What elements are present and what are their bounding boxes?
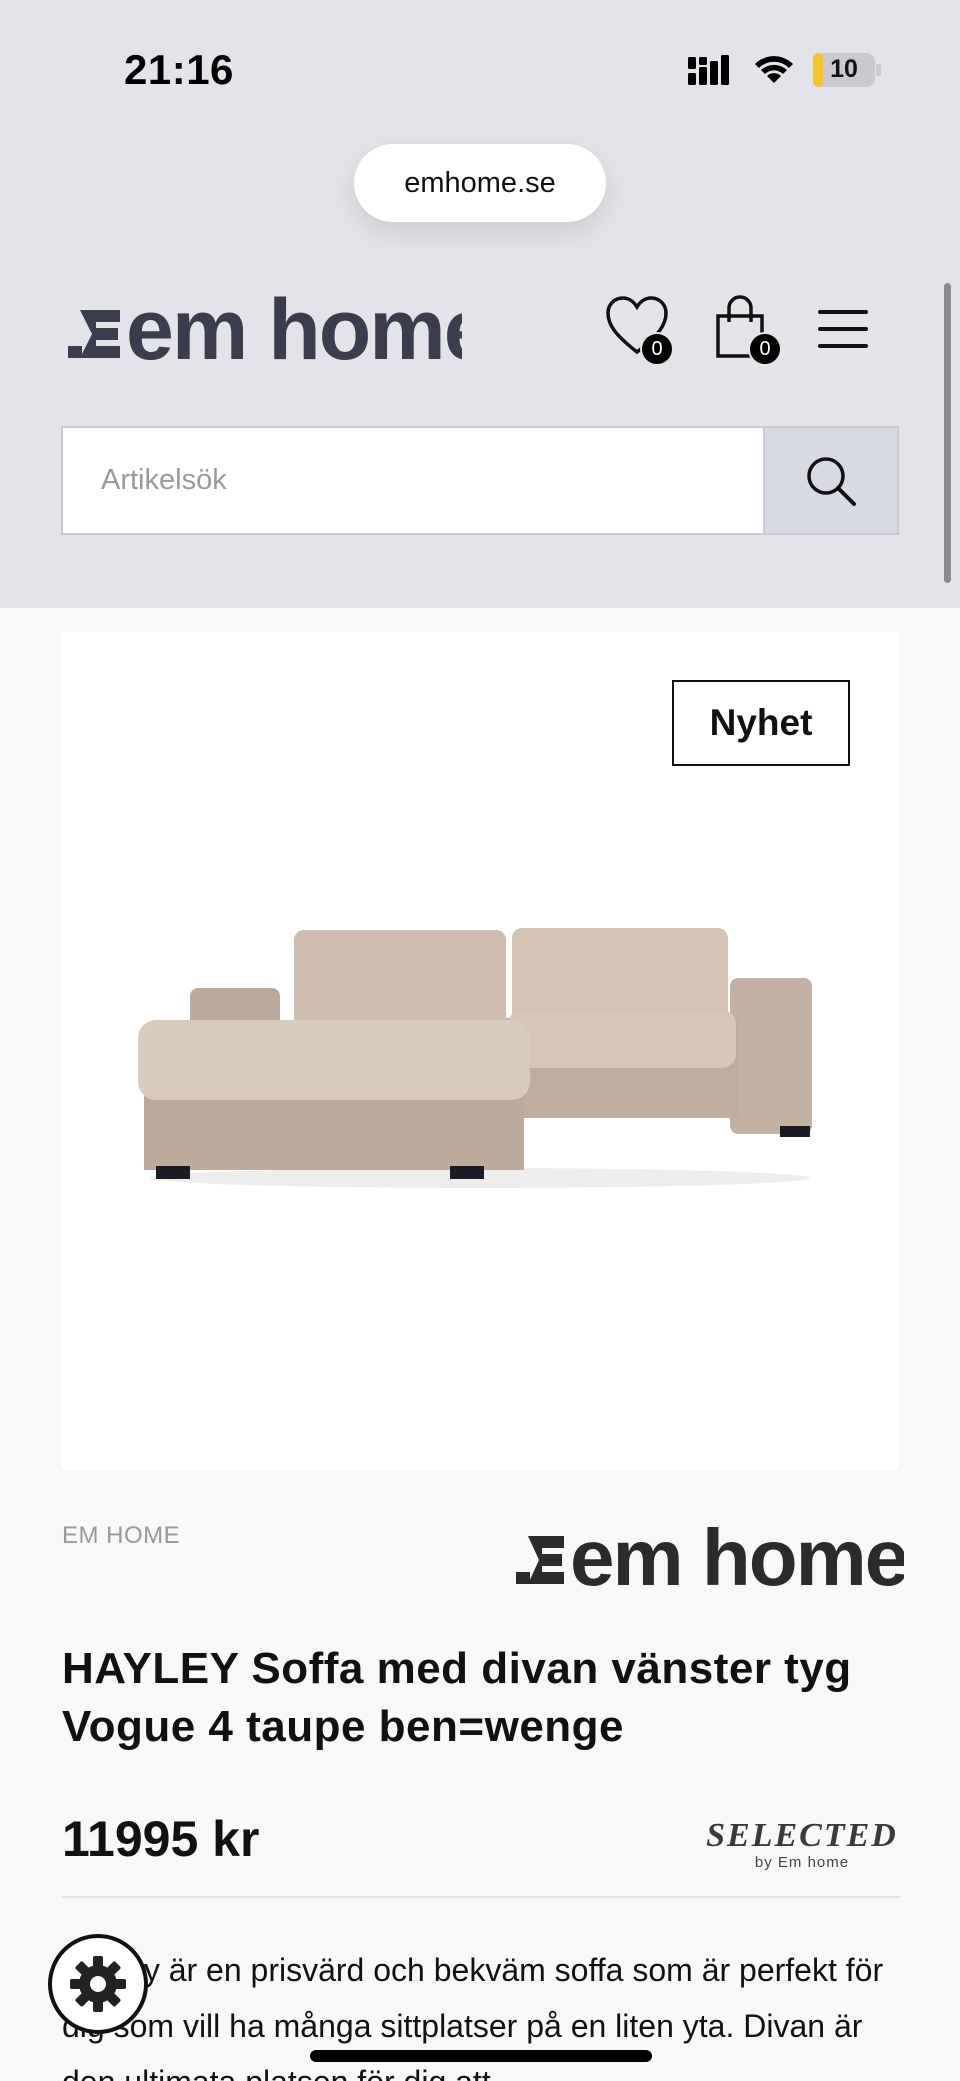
browser-url-bar[interactable]: emhome.se [354,144,606,222]
cookie-settings-button[interactable] [48,1934,148,2034]
status-time: 21:16 [124,46,234,93]
new-badge: Nyhet [672,680,850,766]
search-bar [61,426,899,535]
browser-url-text: emhome.se [404,166,556,199]
gear-icon [70,1956,126,2012]
product-title: HAYLEY Soffa med divan vänster tyg Vogue… [62,1644,852,1751]
wifi-icon [755,56,793,83]
search-icon [807,456,856,506]
wishlist-count-badge: 0 [640,332,674,366]
selected-logo-subtitle: by Em home [754,1854,850,1871]
sofa-image [138,928,812,1188]
logo-text: em home [126,284,462,378]
product-price: 11995 kr [62,1811,260,1867]
brand-logo: em home [512,1513,909,1604]
selected-collection-logo: SELECTED by Em home [704,1818,900,1872]
brand-logo-text: em home [570,1516,904,1600]
status-bar: 21:16 10 [0,0,960,140]
cellular-signal-icon [688,55,729,85]
home-indicator[interactable] [310,2050,652,2062]
search-input[interactable] [63,428,763,533]
site-logo[interactable]: em home [62,282,492,384]
wishlist-button[interactable]: 0 [604,294,680,370]
em-home-logo-icon: em home [68,282,492,378]
selected-logo-word: SELECTED [706,1817,898,1854]
product-brand[interactable]: EM HOME [62,1522,180,1550]
cart-count-badge: 0 [748,332,782,366]
battery-level: 10 [830,55,858,83]
em-home-brand-icon: em home [516,1513,909,1602]
divider [62,1896,900,1898]
hamburger-menu-icon[interactable] [816,306,872,354]
search-button[interactable] [763,428,897,533]
scrollbar[interactable] [944,283,951,583]
cart-button[interactable]: 0 [712,294,788,370]
